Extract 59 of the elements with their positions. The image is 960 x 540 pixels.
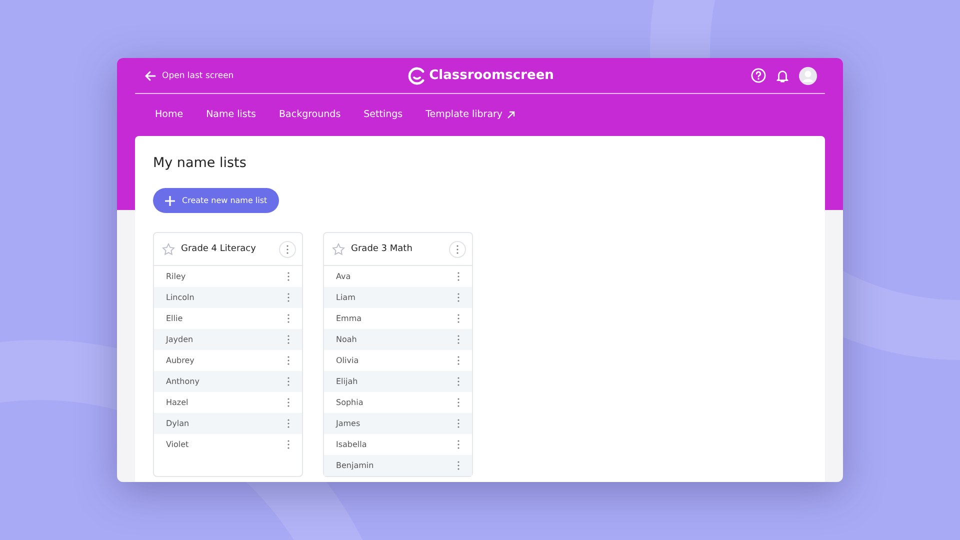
- more-icon[interactable]: [457, 461, 460, 470]
- more-icon[interactable]: [457, 272, 460, 281]
- more-icon[interactable]: [457, 314, 460, 323]
- nav-tab[interactable]: Home: [155, 109, 184, 136]
- more-icon[interactable]: [287, 335, 290, 344]
- student-row[interactable]: Olivia: [324, 350, 472, 371]
- more-icon[interactable]: [457, 293, 460, 302]
- student-row[interactable]: Ava: [324, 266, 472, 287]
- more-icon[interactable]: [457, 335, 460, 344]
- student-row[interactable]: Anthony: [154, 371, 302, 392]
- more-icon[interactable]: [457, 419, 460, 428]
- student-row[interactable]: James: [324, 413, 472, 434]
- nav-tab[interactable]: Name lists: [206, 109, 256, 136]
- more-icon[interactable]: [457, 398, 460, 407]
- plus-icon: [165, 196, 175, 206]
- more-icon[interactable]: [287, 293, 290, 302]
- logo-text: Classroomscreen: [429, 68, 554, 83]
- student-row[interactable]: Sophia: [324, 392, 472, 413]
- back-arrow-icon: [145, 70, 156, 80]
- student-row[interactable]: Lincoln: [154, 287, 302, 308]
- logo-icon: [408, 66, 426, 84]
- more-icon[interactable]: [287, 356, 290, 365]
- student-row[interactable]: Violet: [154, 434, 302, 455]
- more-icon[interactable]: [287, 272, 290, 281]
- star-icon[interactable]: [162, 242, 175, 256]
- more-icon[interactable]: [457, 440, 460, 449]
- nav-tab[interactable]: Settings: [364, 109, 403, 136]
- more-icon[interactable]: [287, 377, 290, 386]
- student-row[interactable]: Liam: [324, 287, 472, 308]
- list-title: Grade 4 Literacy: [181, 244, 257, 254]
- more-icon[interactable]: [287, 419, 290, 428]
- more-icon[interactable]: [287, 314, 290, 323]
- student-row[interactable]: Hazel: [154, 392, 302, 413]
- more-icon: [286, 244, 289, 254]
- star-icon[interactable]: [332, 242, 345, 256]
- avatar-icon[interactable]: [799, 66, 817, 84]
- student-row[interactable]: Riley: [154, 266, 302, 287]
- bell-icon[interactable]: [776, 68, 789, 82]
- more-icon[interactable]: [457, 356, 460, 365]
- student-row[interactable]: Benjamin: [324, 455, 472, 476]
- student-row[interactable]: Emma: [324, 308, 472, 329]
- more-icon[interactable]: [287, 398, 290, 407]
- student-row[interactable]: Isabella: [324, 434, 472, 455]
- more-icon: [456, 244, 459, 254]
- nav-tab[interactable]: Template library: [426, 109, 515, 136]
- student-row[interactable]: Ellie: [154, 308, 302, 329]
- student-row[interactable]: Dylan: [154, 413, 302, 434]
- help-icon[interactable]: [751, 68, 766, 83]
- open-last-screen-link[interactable]: Open last screen: [145, 70, 255, 80]
- nav-tab[interactable]: Backgrounds: [279, 109, 341, 136]
- student-row[interactable]: Noah: [324, 329, 472, 350]
- page-title: My name lists: [153, 155, 248, 171]
- more-icon[interactable]: [287, 440, 290, 449]
- list-title: Grade 3 Math: [351, 244, 414, 254]
- student-row[interactable]: Aubrey: [154, 350, 302, 371]
- student-row[interactable]: Jayden: [154, 329, 302, 350]
- more-icon[interactable]: [457, 377, 460, 386]
- student-row[interactable]: Elijah: [324, 371, 472, 392]
- create-list-button[interactable]: Create new name list: [153, 188, 280, 213]
